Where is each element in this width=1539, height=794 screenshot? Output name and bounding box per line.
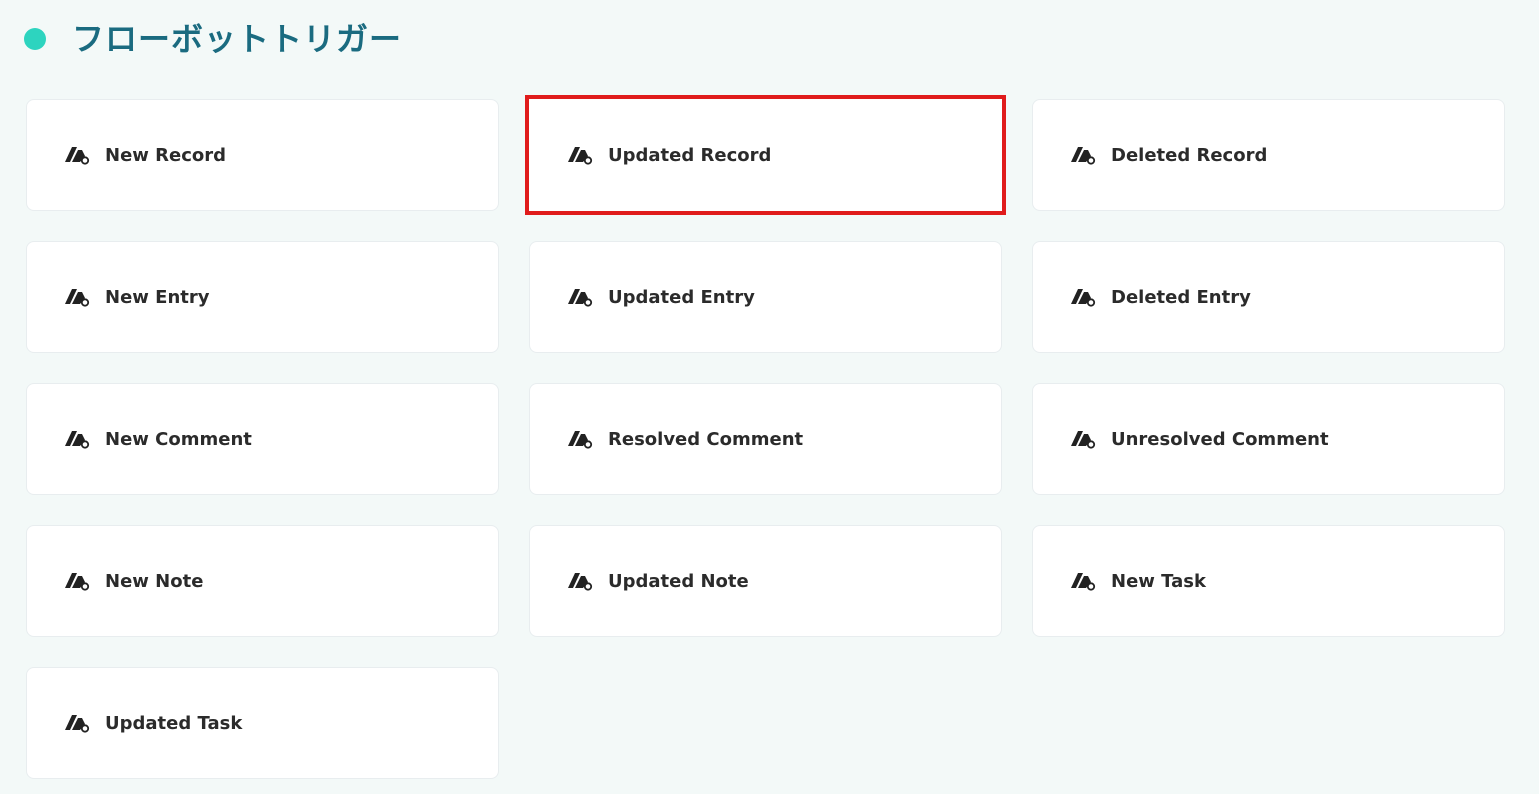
trigger-card-deleted-entry[interactable]: Deleted Entry: [1032, 241, 1505, 353]
attio-logo-icon: [65, 431, 90, 449]
attio-logo-icon: [65, 715, 90, 733]
trigger-card-new-entry[interactable]: New Entry: [26, 241, 499, 353]
attio-logo-icon: [1071, 431, 1096, 449]
trigger-card-updated-task[interactable]: Updated Task: [26, 667, 499, 779]
trigger-grid: New Record Updated Record Deleted Record…: [26, 99, 1505, 779]
trigger-card-new-record[interactable]: New Record: [26, 99, 499, 211]
attio-logo-icon: [568, 431, 593, 449]
attio-logo-icon: [65, 573, 90, 591]
trigger-card-updated-note[interactable]: Updated Note: [529, 525, 1002, 637]
attio-logo-icon: [1071, 289, 1096, 307]
section-dot-icon: [24, 28, 46, 50]
trigger-label: Deleted Record: [1111, 144, 1268, 166]
trigger-label: New Task: [1111, 570, 1206, 592]
attio-logo-icon: [568, 289, 593, 307]
attio-logo-icon: [1071, 147, 1096, 165]
trigger-card-unresolved-comment[interactable]: Unresolved Comment: [1032, 383, 1505, 495]
trigger-card-updated-entry[interactable]: Updated Entry: [529, 241, 1002, 353]
attio-logo-icon: [1071, 573, 1096, 591]
trigger-label: Updated Task: [105, 712, 243, 734]
trigger-card-deleted-record[interactable]: Deleted Record: [1032, 99, 1505, 211]
attio-logo-icon: [568, 147, 593, 165]
trigger-card-new-comment[interactable]: New Comment: [26, 383, 499, 495]
trigger-label: New Note: [105, 570, 204, 592]
trigger-card-resolved-comment[interactable]: Resolved Comment: [529, 383, 1002, 495]
trigger-label: New Comment: [105, 428, 252, 450]
section-title: フローボットトリガー: [72, 20, 403, 58]
trigger-label: Updated Entry: [608, 286, 755, 308]
trigger-label: Resolved Comment: [608, 428, 804, 450]
trigger-card-new-task[interactable]: New Task: [1032, 525, 1505, 637]
attio-logo-icon: [568, 573, 593, 591]
attio-logo-icon: [65, 289, 90, 307]
section-header: フローボットトリガー: [24, 18, 402, 60]
trigger-label: Updated Note: [608, 570, 749, 592]
trigger-label: Updated Record: [608, 144, 772, 166]
trigger-card-updated-record[interactable]: Updated Record: [529, 99, 1002, 211]
trigger-label: Deleted Entry: [1111, 286, 1251, 308]
attio-logo-icon: [65, 147, 90, 165]
trigger-label: Unresolved Comment: [1111, 428, 1329, 450]
trigger-label: New Record: [105, 144, 227, 166]
trigger-label: New Entry: [105, 286, 210, 308]
trigger-card-new-note[interactable]: New Note: [26, 525, 499, 637]
